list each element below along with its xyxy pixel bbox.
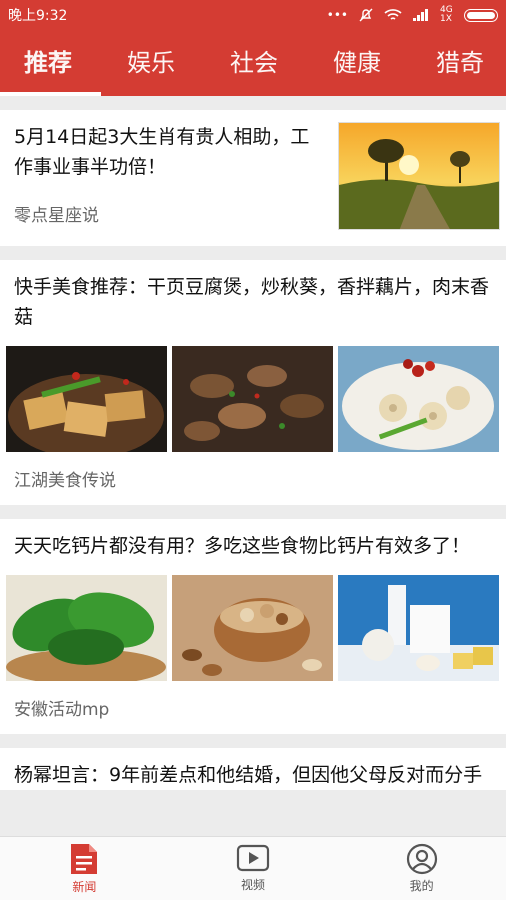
news-card[interactable]: 5月14日起3大生肖有贵人相助，工作事业事半功倍！ 零点星座说 [0,110,506,246]
signal-icon [413,9,428,21]
category-tabs: 推荐 娱乐 社会 健康 猎奇 [0,30,506,96]
lotus-root-dish-image [338,346,499,452]
nav-label: 新闻 [72,880,97,894]
news-icon [71,844,98,874]
nav-label: 我的 [409,879,434,893]
active-tab-indicator [0,92,101,96]
news-image-row [0,561,506,681]
news-card[interactable]: 杨幂坦言：9年前差点和他结婚，但因他父母反对而分手 [0,748,506,790]
app-root: 晚上9:32 ••• 4G 1X 推荐 娱乐 社会 健康 猎奇 5月14日起3大… [0,0,506,900]
wifi-icon [384,9,402,20]
tab-health[interactable]: 健康 [333,43,381,84]
tofu-dish-image [6,346,167,452]
news-source: 零点星座说 [14,206,99,226]
news-source: 江湖美食传说 [14,471,116,491]
tab-entertainment[interactable]: 娱乐 [127,43,175,84]
nav-item-video[interactable]: 视频 [169,837,338,900]
news-source: 安徽活动mp [14,700,110,720]
status-time: 晚上9:32 [8,8,68,24]
tab-society[interactable]: 社会 [230,43,278,84]
sunset-road-image [339,123,499,229]
video-icon [236,844,270,872]
nav-item-news[interactable]: 新闻 [0,837,169,900]
mushroom-dish-image [172,346,333,452]
news-title: 杨幂坦言：9年前差点和他结婚，但因他父母反对而分手 [14,764,483,786]
header: 晚上9:32 ••• 4G 1X 推荐 娱乐 社会 健康 猎奇 [0,0,506,96]
tab-recommend[interactable]: 推荐 [24,43,72,84]
status-bar: 晚上9:32 ••• 4G 1X [0,0,506,30]
spinach-image [6,575,167,681]
tab-curiosities[interactable]: 猎奇 [436,43,484,84]
dairy-products-image [338,575,499,681]
news-card[interactable]: 天天吃钙片都没有用？多吃这些食物比钙片有效多了！ 安徽活动mp [0,519,506,734]
nav-label: 视频 [241,878,266,892]
network-type: 4G 1X [440,5,453,24]
news-thumbnail [338,122,500,230]
news-feed: 5月14日起3大生肖有贵人相助，工作事业事半功倍！ 零点星座说 快手美食推荐：干… [0,110,506,804]
news-image-row [0,332,506,452]
nav-item-profile[interactable]: 我的 [337,837,506,900]
nuts-image [172,575,333,681]
notification-dots-icon: ••• [326,8,348,22]
news-title: 快手美食推荐：干页豆腐煲，炒秋葵，香拌藕片，肉末香菇 [14,276,490,328]
news-card-text: 5月14日起3大生肖有贵人相助，工作事业事半功倍！ 零点星座说 [14,122,338,246]
news-title: 5月14日起3大生肖有贵人相助，工作事业事半功倍！ [14,126,310,178]
profile-icon [406,843,437,875]
mute-icon [359,8,373,22]
news-title: 天天吃钙片都没有用？多吃这些食物比钙片有效多了！ [14,535,471,557]
battery-icon [464,8,498,22]
news-card[interactable]: 快手美食推荐：干页豆腐煲，炒秋葵，香拌藕片，肉末香菇 江湖美食传说 [0,260,506,505]
status-icons: ••• 4G 1X [327,6,498,24]
bottom-navigation: 新闻 视频 我的 [0,836,506,900]
